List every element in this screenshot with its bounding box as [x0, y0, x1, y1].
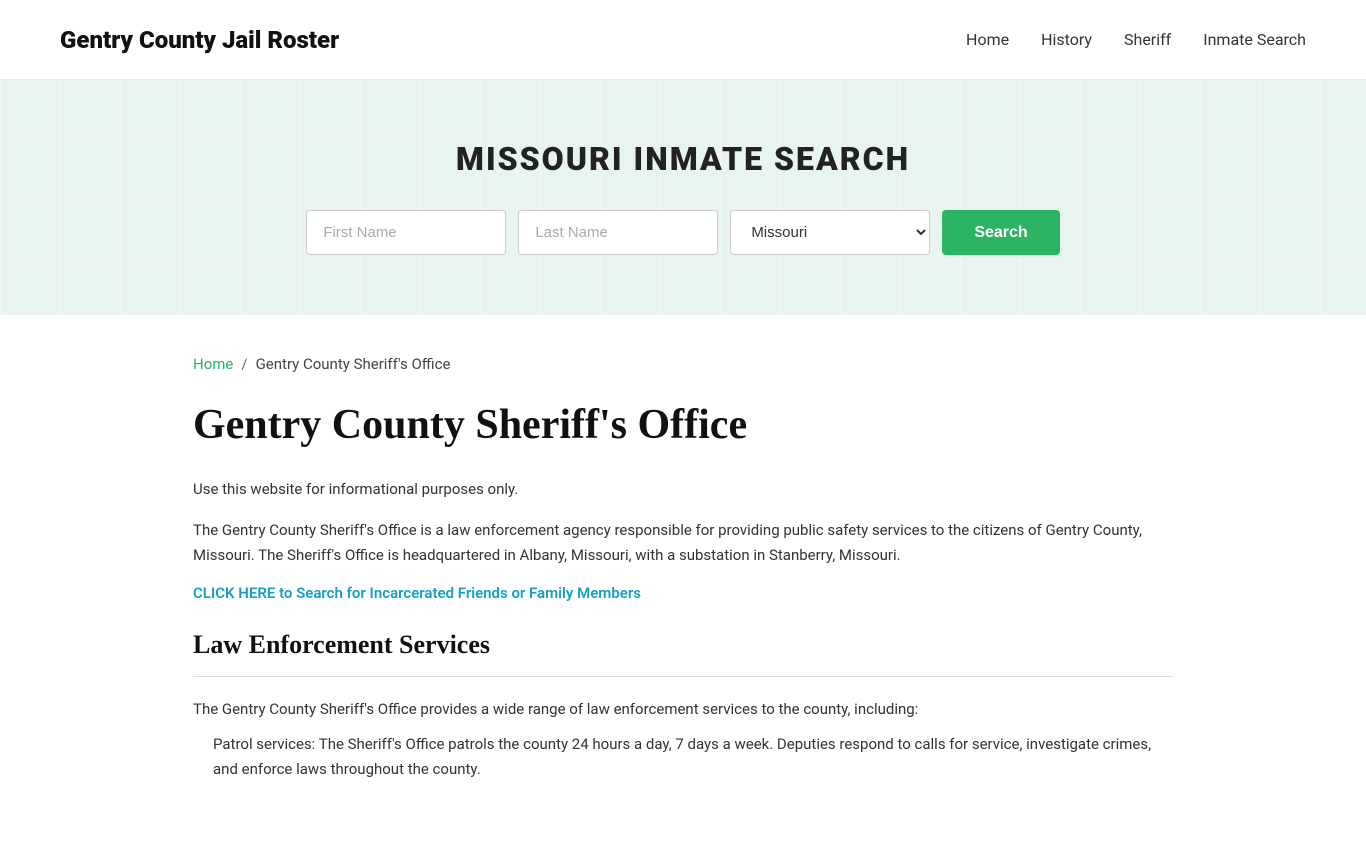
first-name-input[interactable] — [306, 210, 506, 255]
search-form: Missouri Alabama Alaska Arizona Arkansas… — [20, 210, 1346, 255]
disclaimer-text: Use this website for informational purpo… — [193, 477, 1173, 502]
cta-link[interactable]: CLICK HERE to Search for Incarcerated Fr… — [193, 584, 641, 602]
breadcrumb-current: Gentry County Sheriff's Office — [256, 355, 451, 373]
nav-sheriff[interactable]: Sheriff — [1124, 30, 1171, 49]
nav-inmate-search[interactable]: Inmate Search — [1203, 30, 1306, 49]
section-divider — [193, 676, 1173, 677]
breadcrumb-separator: / — [241, 355, 247, 373]
nav-history[interactable]: History — [1041, 30, 1092, 49]
section-body-text: The Gentry County Sheriff's Office provi… — [193, 697, 1173, 722]
description-text: The Gentry County Sheriff's Office is a … — [193, 518, 1173, 568]
search-banner-title: MISSOURI INMATE SEARCH — [20, 140, 1346, 178]
nav-home[interactable]: Home — [966, 30, 1009, 49]
section-heading: Law Enforcement Services — [193, 630, 1173, 660]
breadcrumb: Home / Gentry County Sheriff's Office — [193, 355, 1173, 373]
state-select[interactable]: Missouri Alabama Alaska Arizona Arkansas… — [730, 210, 930, 255]
search-banner: MISSOURI INMATE SEARCH Missouri Alabama … — [0, 80, 1366, 315]
site-nav: Home History Sheriff Inmate Search — [966, 30, 1306, 49]
page-title: Gentry County Sheriff's Office — [193, 401, 1173, 449]
bullet-item-patrol: Patrol services: The Sheriff's Office pa… — [193, 732, 1173, 782]
site-header: Gentry County Jail Roster Home History S… — [0, 0, 1366, 80]
main-content: Home / Gentry County Sheriff's Office Ge… — [133, 315, 1233, 842]
breadcrumb-home-link[interactable]: Home — [193, 355, 233, 373]
site-title[interactable]: Gentry County Jail Roster — [60, 26, 339, 54]
last-name-input[interactable] — [518, 210, 718, 255]
search-button[interactable]: Search — [942, 210, 1059, 255]
